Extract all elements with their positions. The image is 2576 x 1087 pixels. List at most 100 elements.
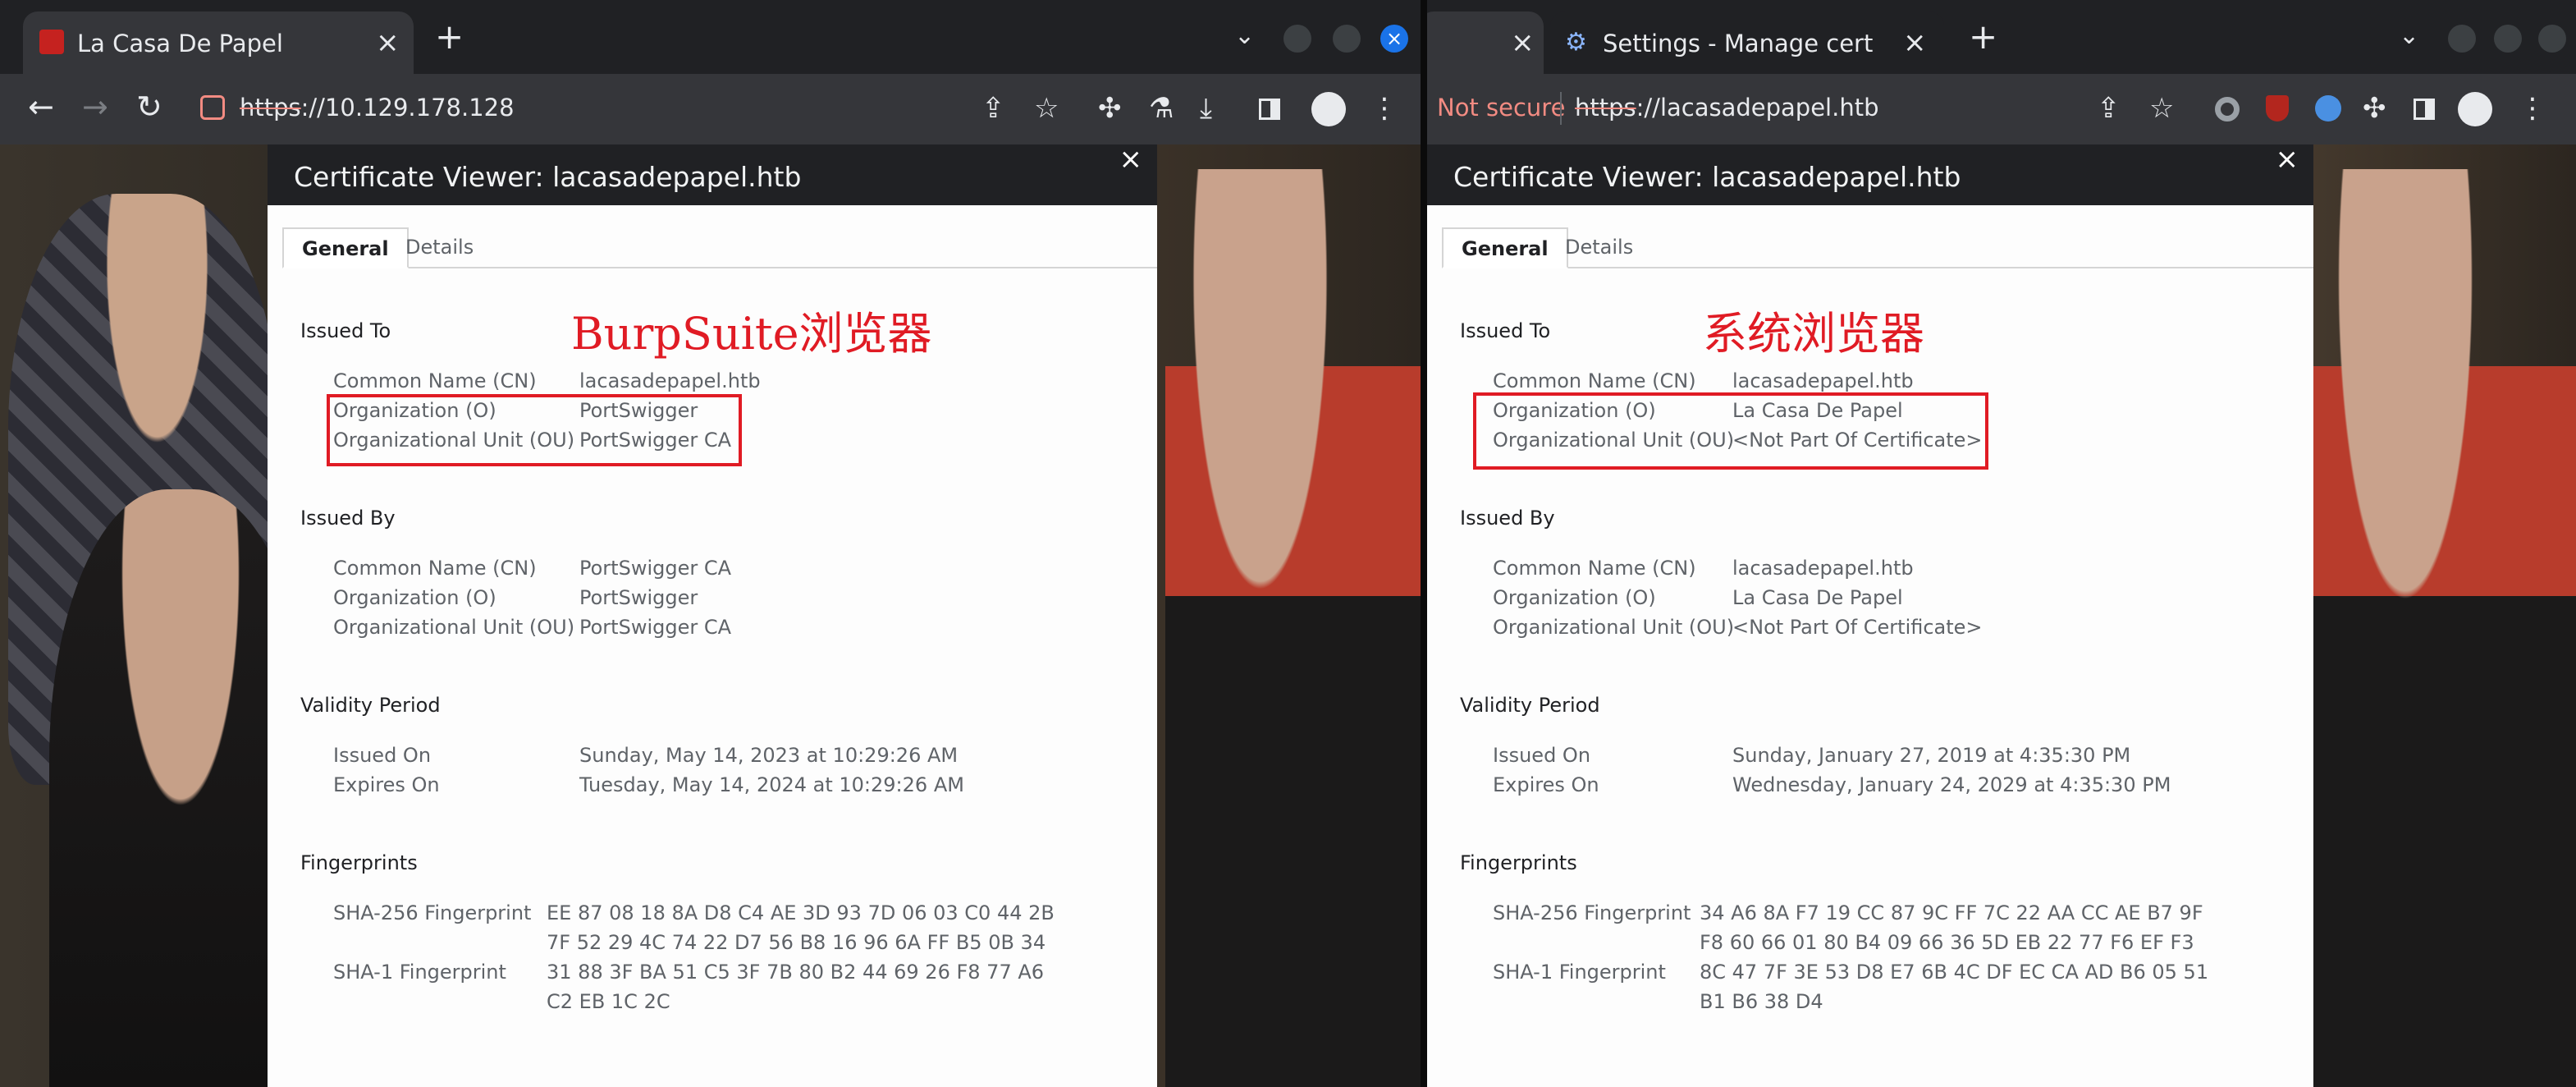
issued-to-cn-key: Common Name (CN)	[333, 369, 537, 392]
share-icon[interactable]: ⇪	[2097, 92, 2121, 125]
side-panel-icon[interactable]	[1259, 99, 1280, 120]
close-window-icon[interactable]	[2538, 25, 2566, 53]
download-icon[interactable]: ⤓	[1200, 92, 1212, 125]
url-separator	[1560, 92, 1562, 125]
dialog-header: Certificate Viewer: lacasadepapel.htb ×	[268, 144, 1157, 205]
address-bar[interactable]: https://lacasadepapel.htb	[1575, 94, 1879, 122]
menu-more-icon[interactable]: ⋮	[2519, 92, 2546, 125]
profile-avatar-icon[interactable]	[1311, 92, 1346, 126]
left-browser-window: La Casa De Papel × + ⌄ × ← → ↻ https://1…	[0, 0, 1421, 1087]
new-tab-icon[interactable]: +	[1969, 16, 1997, 57]
sha256-line1: EE 87 08 18 8A D8 C4 AE 3D 93 7D 06 03 C…	[547, 901, 1055, 924]
site-favicon-icon	[39, 30, 64, 54]
bookmark-star-icon[interactable]: ☆	[1034, 92, 1059, 125]
certificate-viewer-dialog: Certificate Viewer: lacasadepapel.htb × …	[1427, 144, 2313, 1087]
wappalyzer-icon[interactable]	[2315, 95, 2341, 122]
validity-heading: Validity Period	[300, 694, 441, 717]
sha1-key: SHA-1 Fingerprint	[333, 961, 506, 984]
right-tab-strip: × ⚙ Settings - Manage certifica × + ⌄	[1427, 0, 2576, 74]
address-bar[interactable]: https://10.129.178.128	[240, 94, 515, 122]
menu-more-icon[interactable]: ⋮	[1370, 92, 1398, 125]
issued-to-cn-key: Common Name (CN)	[1493, 369, 1696, 392]
minimize-window-icon[interactable]	[2448, 25, 2476, 53]
profile-avatar-icon[interactable]	[2458, 92, 2492, 126]
issued-by-cn-value: PortSwigger CA	[579, 557, 732, 580]
tab-close-icon[interactable]: ×	[376, 26, 400, 59]
issued-by-cn-value: lacasadepapel.htb	[1732, 557, 1914, 580]
sha1-line1: 8C 47 7F 3E 53 D8 E7 6B 4C DF EC CA AD B…	[1700, 961, 2209, 984]
left-tab-la-casa-de-papel[interactable]: La Casa De Papel ×	[23, 11, 414, 74]
bookmark-star-icon[interactable]: ☆	[2149, 92, 2174, 125]
dialog-title: Certificate Viewer: lacasadepapel.htb	[1453, 161, 1961, 193]
reload-icon[interactable]: ↻	[136, 89, 162, 125]
ublock-shield-icon[interactable]	[2266, 95, 2289, 122]
left-toolbar: ← → ↻ https://10.129.178.128 ⇪ ☆ ✣ ⚗ ⤓ ⋮	[0, 74, 1421, 144]
issued-by-heading: Issued By	[300, 507, 396, 530]
tab-close-icon[interactable]: ×	[1511, 26, 1535, 59]
forward-icon[interactable]: →	[82, 89, 108, 125]
back-icon[interactable]: ←	[28, 89, 54, 125]
share-icon[interactable]: ⇪	[981, 92, 1005, 125]
extensions-puzzle-icon[interactable]: ✣	[2363, 92, 2386, 125]
sha1-line2: B1 B6 38 D4	[1700, 990, 1823, 1013]
fingerprints-heading: Fingerprints	[300, 851, 418, 874]
right-tab-settings[interactable]: ⚙ Settings - Manage certifica ×	[1550, 11, 1944, 74]
extensions-puzzle-icon[interactable]: ✣	[1098, 92, 1122, 125]
left-tab-strip: La Casa De Papel × + ⌄ ×	[0, 0, 1421, 74]
right-tab-previous[interactable]: ×	[1427, 11, 1544, 74]
right-browser-window: × ⚙ Settings - Manage certifica × + ⌄ No…	[1427, 0, 2576, 1087]
right-toolbar: Not secure https://lacasadepapel.htb ⇪ ☆…	[1427, 74, 2576, 144]
fingerprints-heading: Fingerprints	[1460, 851, 1577, 874]
issued-to-heading: Issued To	[300, 319, 391, 342]
tab-details[interactable]: Details	[387, 227, 492, 267]
issued-by-heading: Issued By	[1460, 507, 1555, 530]
minimize-window-icon[interactable]	[1283, 25, 1311, 53]
labs-flask-icon[interactable]: ⚗	[1149, 92, 1174, 125]
extension-circle-icon[interactable]	[2215, 97, 2240, 122]
issued-on-key: Issued On	[333, 744, 432, 767]
tab-close-icon[interactable]: ×	[1903, 26, 1927, 59]
certificate-tabs: General Details	[282, 227, 1157, 268]
expires-on-key: Expires On	[333, 773, 440, 796]
sha1-line2: C2 EB 1C 2C	[547, 990, 670, 1013]
left-page-content: Certificate Viewer: lacasadepapel.htb × …	[0, 144, 1421, 1087]
tab-search-chevron-icon[interactable]: ⌄	[1234, 21, 1255, 50]
tab-search-chevron-icon[interactable]: ⌄	[2399, 21, 2419, 50]
validity-heading: Validity Period	[1460, 694, 1600, 717]
side-panel-icon[interactable]	[2414, 99, 2435, 120]
url-scheme: https	[240, 94, 301, 122]
right-page-content: Certificate Viewer: lacasadepapel.htb × …	[1427, 144, 2576, 1087]
issued-to-cn-value: lacasadepapel.htb	[1732, 369, 1914, 392]
sha1-line1: 31 88 3F BA 51 C5 3F 7B 80 B2 44 69 26 F…	[547, 961, 1045, 984]
dialog-header: Certificate Viewer: lacasadepapel.htb ×	[1427, 144, 2313, 205]
settings-gear-icon: ⚙	[1565, 28, 1587, 57]
highlight-box	[1473, 392, 1988, 470]
maximize-window-icon[interactable]	[1333, 25, 1361, 53]
issued-to-heading: Issued To	[1460, 319, 1551, 342]
issued-on-key: Issued On	[1493, 744, 1591, 767]
issued-by-cn-key: Common Name (CN)	[333, 557, 537, 580]
sha256-line2: 7F 52 29 4C 74 22 D7 56 B8 16 96 6A FF B…	[547, 931, 1046, 954]
issued-on-value: Sunday, May 14, 2023 at 10:29:26 AM	[579, 744, 959, 767]
not-secure-warning-icon[interactable]	[200, 95, 225, 120]
tab-details[interactable]: Details	[1547, 227, 1651, 267]
issued-by-cn-key: Common Name (CN)	[1493, 557, 1696, 580]
certificate-tabs: General Details	[1442, 227, 2313, 268]
expires-on-value: Wednesday, January 24, 2029 at 4:35:30 P…	[1732, 773, 2171, 796]
dialog-close-icon[interactable]: ×	[2276, 144, 2299, 176]
issued-by-o-key: Organization (O)	[333, 586, 496, 609]
not-secure-label[interactable]: Not secure	[1437, 94, 1565, 122]
sha256-key: SHA-256 Fingerprint	[333, 901, 532, 924]
expires-on-key: Expires On	[1493, 773, 1599, 796]
new-tab-icon[interactable]: +	[435, 16, 464, 57]
issued-by-ou-key: Organizational Unit (OU)	[333, 616, 575, 639]
sha256-key: SHA-256 Fingerprint	[1493, 901, 1691, 924]
photo-person-woman	[2313, 169, 2576, 1087]
issued-by-o-key: Organization (O)	[1493, 586, 1656, 609]
sha256-line2: F8 60 66 01 80 B4 09 66 36 5D EB 22 77 F…	[1700, 931, 2194, 954]
certificate-viewer-dialog: Certificate Viewer: lacasadepapel.htb × …	[268, 144, 1157, 1087]
url-rest: ://lacasadepapel.htb	[1636, 94, 1879, 122]
dialog-close-icon[interactable]: ×	[1119, 144, 1143, 176]
maximize-window-icon[interactable]	[2494, 25, 2522, 53]
close-window-icon[interactable]: ×	[1380, 25, 1408, 53]
